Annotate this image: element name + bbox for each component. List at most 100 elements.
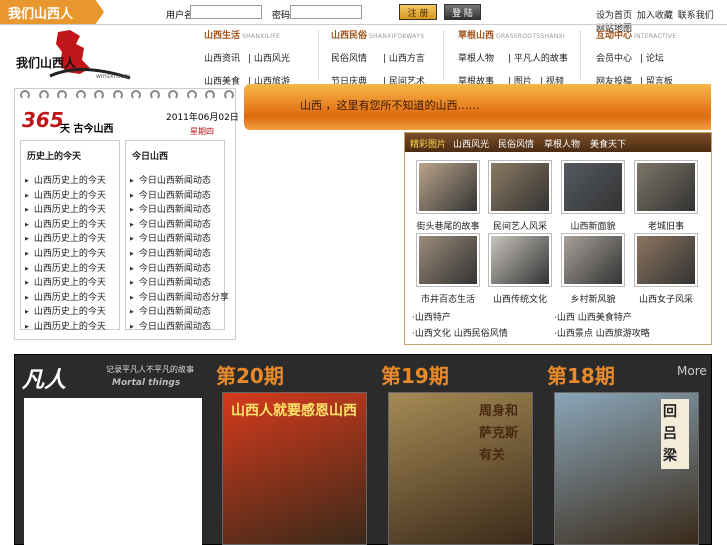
register-button[interactable]: 注 册 (399, 4, 437, 20)
calendar-rings (20, 90, 234, 100)
photo-caption[interactable]: 山西女子风采 (629, 292, 703, 305)
list-item[interactable]: 今日山西新闻动态 (126, 304, 224, 319)
nav-link[interactable]: | 论坛 (640, 51, 664, 64)
feature-logo[interactable]: 凡人 记录平凡人不平凡的故事 Mortal things (20, 360, 210, 394)
issue-label[interactable]: 第19期 (381, 360, 449, 389)
photo-thumbnail[interactable] (416, 160, 480, 214)
top-divider (0, 24, 727, 25)
poster-title: 山西人就要感恩山西 (231, 403, 357, 419)
list-item[interactable]: 今日山西新闻动态 (126, 188, 224, 203)
poster-title: 周身和萨克斯有关 (479, 404, 519, 463)
history-column: 历史上的今天 山西历史上的今天山西历史上的今天山西历史上的今天山西历史上的今天山… (20, 140, 120, 332)
list-item[interactable]: 山西历史上的今天 (21, 275, 119, 290)
nav-link[interactable]: | 山西风光 (248, 51, 290, 64)
tab-food[interactable]: 美食天下 (590, 137, 626, 150)
nav-group-life: 山西生活 SHANXILIFE 山西资讯 | 山西风光 山西美食 | 山西旅游 (204, 28, 290, 87)
nav-title[interactable]: 草根山西 (458, 31, 494, 41)
issue-label[interactable]: 第20期 (216, 360, 284, 389)
photo-caption[interactable]: 山西传统文化 (483, 292, 557, 305)
photo-caption[interactable]: 市井百态生活 (411, 292, 485, 305)
list-item[interactable]: 今日山西新闻动态 (126, 246, 224, 261)
poster-issue-20[interactable]: 山西人就要感恩山西 (222, 392, 367, 545)
nav-link[interactable]: 会员中心 (596, 51, 640, 64)
list-item[interactable]: 今日山西新闻动态 (126, 231, 224, 246)
list-item[interactable]: 山西历史上的今天 (21, 173, 119, 188)
ring-icon (75, 90, 86, 100)
password-input[interactable] (290, 5, 362, 19)
ring-icon (38, 90, 49, 100)
list-item[interactable]: 山西历史上的今天 (21, 246, 119, 261)
top-link-home[interactable]: 设为首页 (596, 11, 632, 21)
feature-logo-text: 凡人 (22, 368, 67, 393)
top-link-contact[interactable]: 联系我们 (678, 11, 714, 21)
photo-thumbnail[interactable] (561, 233, 625, 287)
nav-title[interactable]: 互动中心 (596, 31, 632, 41)
photo-image (564, 163, 622, 211)
login-button[interactable]: 登 陆 (444, 4, 481, 20)
list-item[interactable]: 山西历史上的今天 (21, 304, 119, 319)
photo-thumbnail[interactable] (634, 233, 698, 287)
list-item[interactable]: 山西历史上的今天 (21, 188, 119, 203)
photo-image (637, 163, 695, 211)
photo-image (491, 163, 549, 211)
list-item[interactable]: 今日山西新闻动态 (126, 217, 224, 232)
photo-thumbnail[interactable] (561, 160, 625, 214)
nav-link[interactable]: 草根人物 (458, 51, 508, 64)
site-tag[interactable]: 我们山西人 (0, 0, 104, 24)
photo-link[interactable]: ·山西文化 山西民俗风情 (412, 326, 508, 339)
list-item[interactable]: 山西历史上的今天 (21, 202, 119, 217)
list-item[interactable]: 山西历史上的今天 (21, 319, 119, 334)
calendar-date: 2011年06月02日 (166, 113, 239, 123)
nav-divider (580, 30, 581, 80)
tab-featured[interactable]: 精彩图片 (410, 137, 446, 150)
nav-group-grassroots: 草根山西 GRASSROOTSSHANXI 草根人物 | 平凡人的故事 草根故事 | … (458, 28, 568, 87)
poster-issue-19[interactable]: 周身和萨克斯有关 (388, 392, 533, 545)
poster-title: 回吕梁 (661, 399, 689, 469)
poster-issue-18[interactable]: 回吕梁 (554, 392, 699, 545)
nav-title[interactable]: 山西生活 (204, 31, 240, 41)
photo-link[interactable]: ·山西 山西美食特产 (554, 310, 632, 323)
ring-icon (131, 90, 142, 100)
nav-divider (318, 30, 319, 80)
tab-people[interactable]: 草根人物 (544, 137, 580, 150)
list-item[interactable]: 山西历史上的今天 (21, 217, 119, 232)
nav-link[interactable]: | 平凡人的故事 (508, 51, 568, 64)
nav-group-folkways: 山西民俗 SHANXIFOKWAYS 民俗风情 | 山西方言 节日庆典 | 民间艺术 (331, 28, 425, 87)
tab-folk[interactable]: 民俗风情 (498, 137, 534, 150)
photo-caption[interactable]: 街头巷尾的故事 (411, 219, 485, 232)
photo-caption[interactable]: 山西新面貌 (556, 219, 630, 232)
list-item[interactable]: 山西历史上的今天 (21, 290, 119, 305)
nav-link[interactable]: 山西资讯 (204, 51, 248, 64)
list-item[interactable]: 今日山西新闻动态 (126, 319, 224, 334)
nav-link[interactable]: | 山西方言 (383, 51, 425, 64)
photo-link[interactable]: ·山西特产 (412, 310, 451, 323)
nav-link[interactable]: 山西美食 (204, 74, 248, 87)
list-item[interactable]: 今日山西新闻动态 (126, 275, 224, 290)
username-input[interactable] (190, 5, 262, 19)
more-link[interactable]: More (677, 364, 707, 378)
feature-blank-panel (24, 398, 202, 545)
list-item[interactable]: 山西历史上的今天 (21, 231, 119, 246)
list-item[interactable]: 今日山西新闻动态分享 (126, 290, 229, 305)
site-logo[interactable]: 我们山西人 wmsxr.com (0, 26, 145, 84)
list-item[interactable]: 今日山西新闻动态 (126, 261, 224, 276)
nav-link[interactable]: 民俗风情 (331, 51, 383, 64)
photo-thumbnail[interactable] (488, 233, 552, 287)
ring-icon (205, 90, 216, 100)
list-item[interactable]: 山西历史上的今天 (21, 261, 119, 276)
list-item[interactable]: 今日山西新闻动态 (126, 173, 224, 188)
photo-link[interactable]: ·山西景点 山西旅游攻略 (554, 326, 650, 339)
issue-label[interactable]: 第18期 (547, 360, 615, 389)
calendar-title: 天 古今山西 (60, 124, 114, 135)
photo-thumbnail[interactable] (488, 160, 552, 214)
photo-thumbnail[interactable] (416, 233, 480, 287)
list-item[interactable]: 今日山西新闻动态 (126, 202, 224, 217)
top-link-favorite[interactable]: 加入收藏 (637, 11, 673, 21)
photo-caption[interactable]: 老城旧事 (629, 219, 703, 232)
photo-caption[interactable]: 民间艺人风采 (483, 219, 557, 232)
photo-thumbnail[interactable] (634, 160, 698, 214)
tab-scenery[interactable]: 山西风光 (453, 137, 489, 150)
nav-title[interactable]: 山西民俗 (331, 31, 367, 41)
photo-caption[interactable]: 乡村新风貌 (556, 292, 630, 305)
calendar-number: 365 (22, 108, 64, 132)
